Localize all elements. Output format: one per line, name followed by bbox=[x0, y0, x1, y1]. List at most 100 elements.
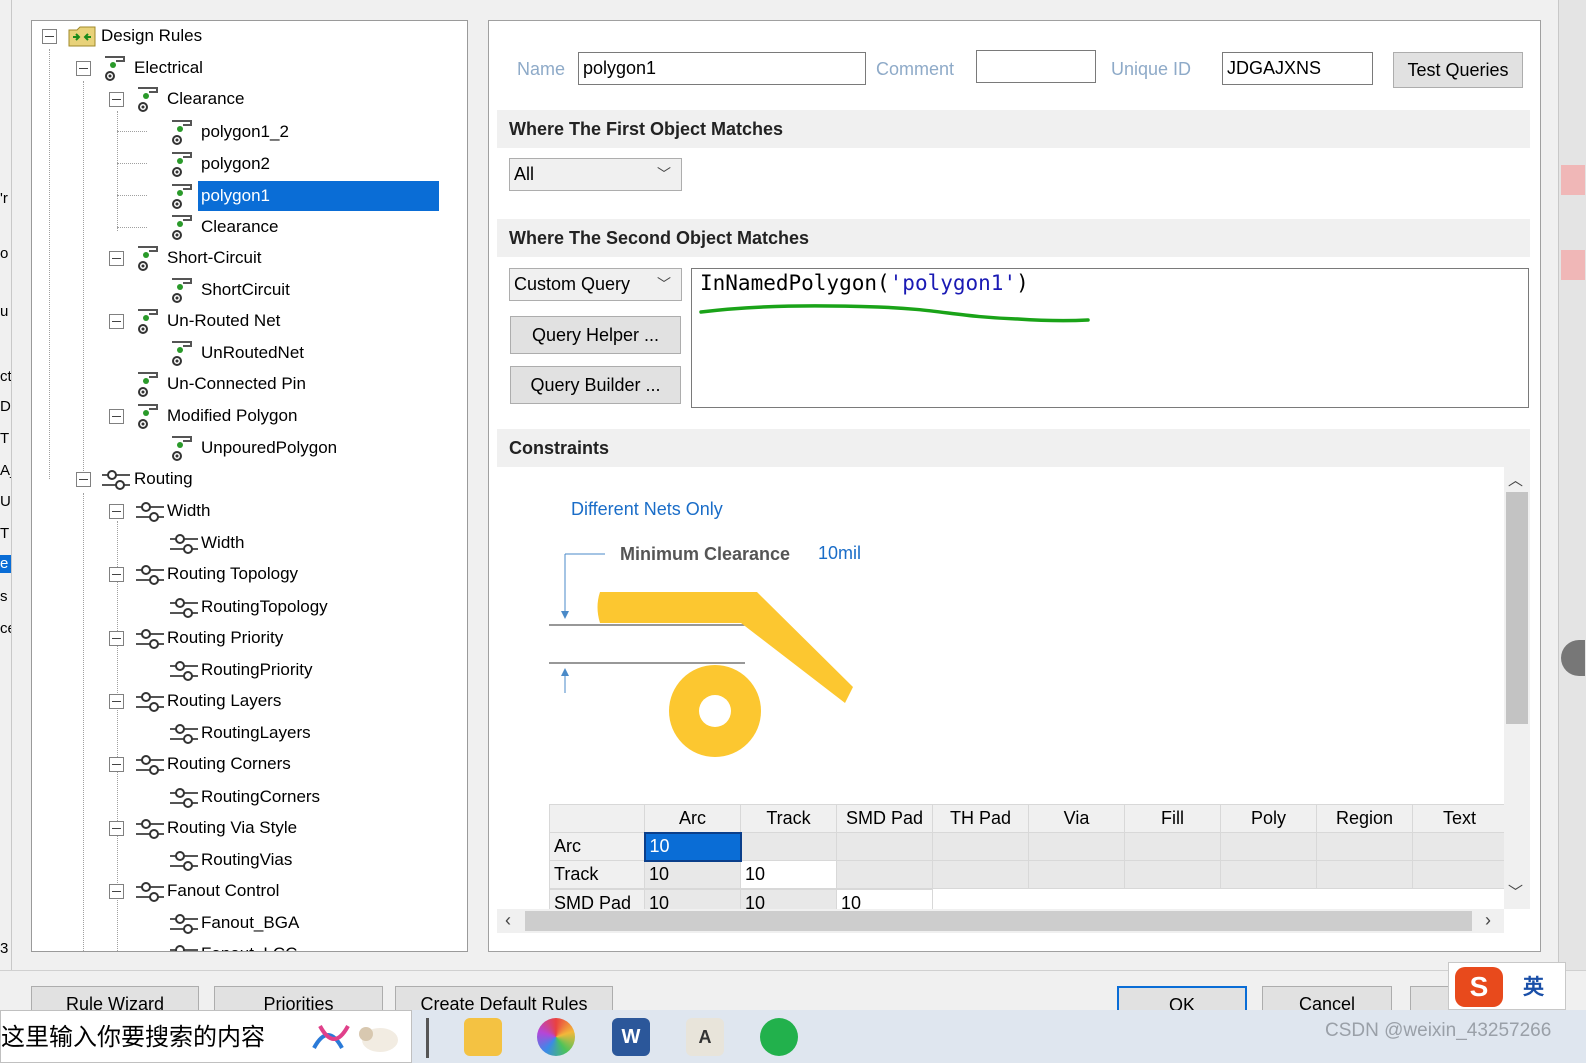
unique-id-field[interactable]: JDGAJXNS bbox=[1222, 52, 1373, 85]
tree-node-shortcircuit-rule[interactable]: ShortCircuit bbox=[32, 275, 452, 305]
tree-node-design-rules[interactable]: Design Rules bbox=[32, 21, 452, 51]
tree-label: RoutingVias bbox=[201, 850, 293, 869]
matrix-cell[interactable]: 10 bbox=[644, 889, 741, 909]
tree-node-width[interactable]: Width bbox=[32, 496, 452, 526]
tree-node-polygon1-selected[interactable]: polygon1 bbox=[32, 181, 452, 211]
tree-node-unconnected-pin[interactable]: Un-Connected Pin bbox=[32, 369, 452, 399]
collapse-toggle-icon[interactable] bbox=[42, 29, 57, 44]
collapse-toggle-icon[interactable] bbox=[109, 757, 124, 772]
rules-tree[interactable]: Design Rules Electrical Clearance polygo… bbox=[31, 20, 468, 952]
scroll-up-icon[interactable]: ︿ bbox=[1508, 469, 1523, 490]
tree-node-electrical[interactable]: Electrical bbox=[32, 53, 452, 83]
tree-node-fanout-control[interactable]: Fanout Control bbox=[32, 876, 452, 906]
electrical-rule-icon bbox=[169, 276, 195, 304]
query-builder-button[interactable]: Query Builder ... bbox=[510, 366, 681, 404]
app-colorwheel-icon[interactable] bbox=[537, 1018, 575, 1056]
strip-text: ct bbox=[0, 368, 12, 385]
routing-rule-icon bbox=[168, 783, 200, 811]
scroll-left-icon[interactable]: ‹ bbox=[505, 910, 511, 931]
scroll-thumb[interactable] bbox=[1506, 492, 1528, 724]
second-object-scope-select[interactable]: Custom Query ﹀ bbox=[509, 268, 682, 301]
matrix-cell-disabled bbox=[1412, 832, 1507, 861]
tree-node-routinglayers-rule[interactable]: RoutingLayers bbox=[32, 718, 452, 748]
scroll-down-icon[interactable]: ﹀ bbox=[1508, 881, 1523, 902]
tree-node-unroutednet-rule[interactable]: UnRoutedNet bbox=[32, 338, 452, 368]
test-queries-button[interactable]: Test Queries bbox=[1393, 52, 1523, 88]
tree-node-routingvias-rule[interactable]: RoutingVias bbox=[32, 845, 452, 875]
collapse-toggle-icon[interactable] bbox=[109, 567, 124, 582]
collapse-toggle-icon[interactable] bbox=[109, 92, 124, 107]
ime-language-toggle[interactable]: 英 bbox=[1523, 971, 1544, 1001]
tree-node-fanout-bga[interactable]: Fanout_BGA bbox=[32, 908, 452, 938]
strip-text: s bbox=[0, 588, 8, 605]
ime-toolbar[interactable]: S 英 bbox=[1448, 962, 1566, 1010]
matrix-cell[interactable]: 10 bbox=[644, 860, 741, 889]
tree-node-short-circuit[interactable]: Short-Circuit bbox=[32, 243, 452, 273]
query-helper-button[interactable]: Query Helper ... bbox=[510, 316, 681, 354]
matrix-cell-disabled bbox=[1316, 832, 1413, 861]
matrix-column-header: Track bbox=[740, 804, 837, 833]
strip-text: e bbox=[0, 555, 11, 573]
strip-text: A_ bbox=[0, 462, 11, 479]
scroll-right-icon[interactable]: › bbox=[1485, 910, 1491, 931]
tree-node-fanout-lcc[interactable]: Fanout_LCC bbox=[32, 939, 452, 951]
matrix-cell-disabled bbox=[836, 860, 933, 889]
collapse-toggle-icon[interactable] bbox=[109, 694, 124, 709]
collapse-toggle-icon[interactable] bbox=[109, 251, 124, 266]
tree-node-routing-layers[interactable]: Routing Layers bbox=[32, 686, 452, 716]
matrix-cell[interactable]: 10 bbox=[643, 831, 742, 862]
query-function: InNamedPolygon( bbox=[700, 271, 890, 295]
name-field[interactable]: polygon1 bbox=[578, 52, 866, 85]
collapse-toggle-icon[interactable] bbox=[109, 409, 124, 424]
custom-query-editor[interactable]: InNamedPolygon('polygon1') bbox=[691, 268, 1529, 408]
tree-label: Design Rules bbox=[101, 26, 203, 45]
tree-node-routingtopology-rule[interactable]: RoutingTopology bbox=[32, 592, 452, 622]
collapse-toggle-icon[interactable] bbox=[109, 821, 124, 836]
tree-node-polygon1_2[interactable]: polygon1_2 bbox=[32, 117, 452, 147]
matrix-cell[interactable]: 10 bbox=[740, 889, 837, 909]
tree-node-clearance-rule[interactable]: Clearance bbox=[32, 212, 452, 242]
unique-id-label: Unique ID bbox=[1111, 59, 1192, 79]
routing-rule-icon bbox=[100, 465, 132, 493]
tree-label: Routing Priority bbox=[167, 628, 284, 647]
matrix-cell[interactable]: 10 bbox=[740, 860, 837, 889]
first-object-scope-select[interactable]: All ﹀ bbox=[509, 158, 682, 191]
tree-node-unrouted-net[interactable]: Un-Routed Net bbox=[32, 306, 452, 336]
name-label: Name bbox=[517, 59, 566, 79]
tree-node-unpouredpolygon-rule[interactable]: UnpouredPolygon bbox=[32, 433, 452, 463]
chevron-down-icon: ﹀ bbox=[657, 276, 671, 292]
different-nets-selector[interactable]: Different Nets Only bbox=[571, 499, 723, 520]
file-explorer-icon[interactable] bbox=[464, 1018, 502, 1056]
collapse-toggle-icon[interactable] bbox=[109, 631, 124, 646]
collapse-toggle-icon[interactable] bbox=[109, 884, 124, 899]
strip-text: o bbox=[0, 245, 9, 262]
tree-node-routing[interactable]: Routing bbox=[32, 464, 452, 494]
collapse-toggle-icon[interactable] bbox=[109, 504, 124, 519]
matrix-column-header: TH Pad bbox=[932, 804, 1029, 833]
tree-node-routing-priority[interactable]: Routing Priority bbox=[32, 623, 452, 653]
tree-node-routing-via-style[interactable]: Routing Via Style bbox=[32, 813, 452, 843]
scroll-thumb[interactable] bbox=[525, 911, 1472, 931]
collapse-toggle-icon[interactable] bbox=[76, 472, 91, 487]
word-icon[interactable]: W bbox=[612, 1018, 650, 1056]
tree-node-routing-corners[interactable]: Routing Corners bbox=[32, 749, 452, 779]
wechat-icon[interactable] bbox=[760, 1018, 798, 1056]
altium-designer-icon[interactable]: A bbox=[686, 1018, 724, 1056]
matrix-cell-disabled bbox=[1028, 860, 1125, 889]
tree-node-clearance[interactable]: Clearance bbox=[32, 84, 452, 114]
tree-node-routingcorners-rule[interactable]: RoutingCorners bbox=[32, 782, 452, 812]
sogou-logo-icon[interactable]: S bbox=[1455, 967, 1503, 1007]
tree-node-routingpriority-rule[interactable]: RoutingPriority bbox=[32, 655, 452, 685]
tree-label: Un-Connected Pin bbox=[167, 374, 306, 393]
tree-label: Modified Polygon bbox=[167, 406, 298, 425]
comment-field[interactable] bbox=[976, 50, 1096, 83]
collapse-toggle-icon[interactable] bbox=[109, 314, 124, 329]
matrix-cell[interactable]: 10 bbox=[836, 889, 933, 909]
tree-node-width-rule[interactable]: Width bbox=[32, 528, 452, 558]
tree-node-polygon2[interactable]: polygon2 bbox=[32, 149, 452, 179]
collapse-toggle-icon[interactable] bbox=[76, 61, 91, 76]
tree-node-modified-polygon[interactable]: Modified Polygon bbox=[32, 401, 452, 431]
routing-rule-icon bbox=[168, 940, 200, 951]
tree-node-routing-topology[interactable]: Routing Topology bbox=[32, 559, 452, 589]
matrix-row: Track 10 10 bbox=[549, 860, 1507, 889]
